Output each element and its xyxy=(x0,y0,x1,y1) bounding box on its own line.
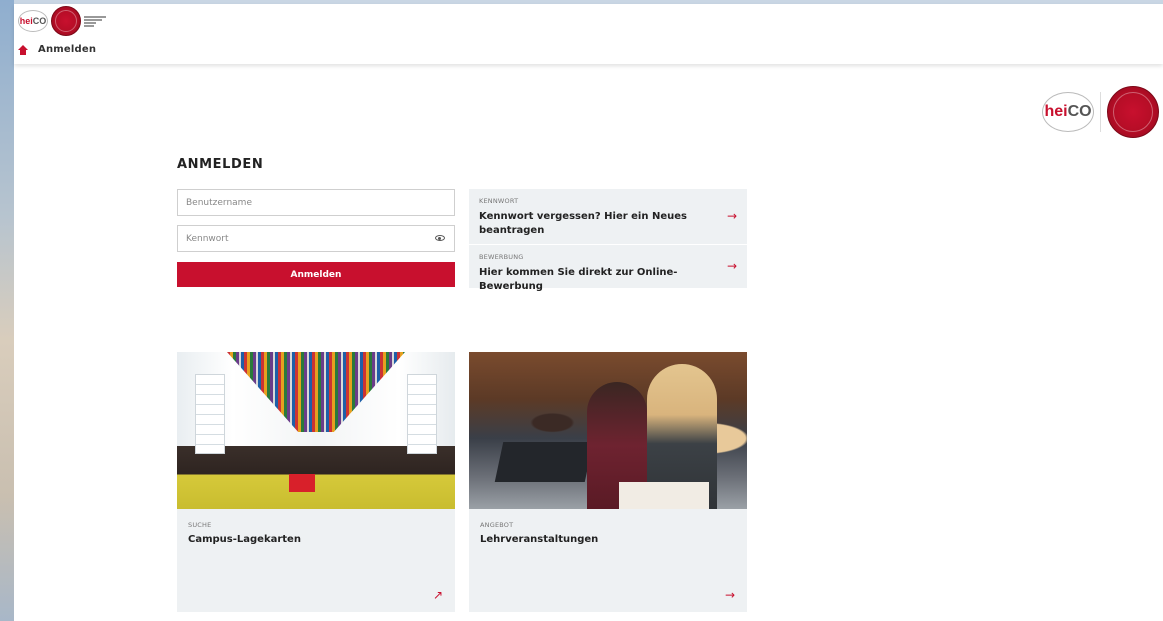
heico-badge-large: hei CO xyxy=(1042,92,1094,132)
lecture-hall-image xyxy=(177,352,455,509)
logo-large-co-text: CO xyxy=(1067,103,1092,120)
link-text: Kennwort vergessen? Hier ein Neues beant… xyxy=(479,211,687,236)
link-online-application[interactable]: BEWERBUNG Hier kommen Sie direkt zur Onl… xyxy=(469,245,747,292)
university-seal-large-icon xyxy=(1107,86,1159,138)
university-wordmark xyxy=(84,15,110,28)
breadcrumb: Anmelden xyxy=(18,44,96,55)
card-campus-maps[interactable]: SUCHE Campus-Lagekarten ↗ xyxy=(177,352,455,612)
background-edge xyxy=(0,0,14,621)
link-label: KENNWORT xyxy=(479,197,519,205)
arrow-external-icon: ↗ xyxy=(432,588,443,602)
login-title: ANMELDEN xyxy=(177,157,264,172)
page: hei CO Anmelden hei CO ANMELDEN Benutzer… xyxy=(14,4,1163,621)
show-password-icon[interactable] xyxy=(435,235,445,241)
logo-divider xyxy=(1100,92,1101,132)
heico-logo-small[interactable]: hei CO xyxy=(18,6,110,36)
link-text: Hier kommen Sie direkt zur Online-Bewerb… xyxy=(479,267,678,292)
card-title: Campus-Lagekarten xyxy=(188,534,301,545)
card-title: Lehrveranstaltungen xyxy=(480,534,599,545)
arrow-right-icon: → xyxy=(724,588,735,602)
login-button[interactable]: Anmelden xyxy=(177,262,455,287)
heico-logo-large: hei CO xyxy=(1042,86,1159,138)
logo-hei-text: hei xyxy=(19,16,33,26)
card-label: ANGEBOT xyxy=(480,521,514,529)
card-courses[interactable]: ANGEBOT Lehrveranstaltungen → xyxy=(469,352,747,612)
logo-large-hei-text: hei xyxy=(1044,103,1068,120)
link-password-reset[interactable]: KENNWORT Kennwort vergessen? Hier ein Ne… xyxy=(469,189,747,244)
logo-co-text: CO xyxy=(32,16,47,26)
header: hei CO Anmelden xyxy=(14,4,1163,64)
password-input[interactable] xyxy=(177,225,455,252)
students-image xyxy=(469,352,747,509)
card-label: SUCHE xyxy=(188,521,212,529)
breadcrumb-current[interactable]: Anmelden xyxy=(38,44,96,55)
username-input[interactable] xyxy=(177,189,455,216)
heico-badge: hei CO xyxy=(18,10,48,32)
university-seal-icon xyxy=(51,6,81,36)
link-label: BEWERBUNG xyxy=(479,253,524,261)
arrow-right-icon: → xyxy=(726,209,737,223)
arrow-right-icon: → xyxy=(726,259,737,273)
home-icon[interactable] xyxy=(18,44,28,55)
